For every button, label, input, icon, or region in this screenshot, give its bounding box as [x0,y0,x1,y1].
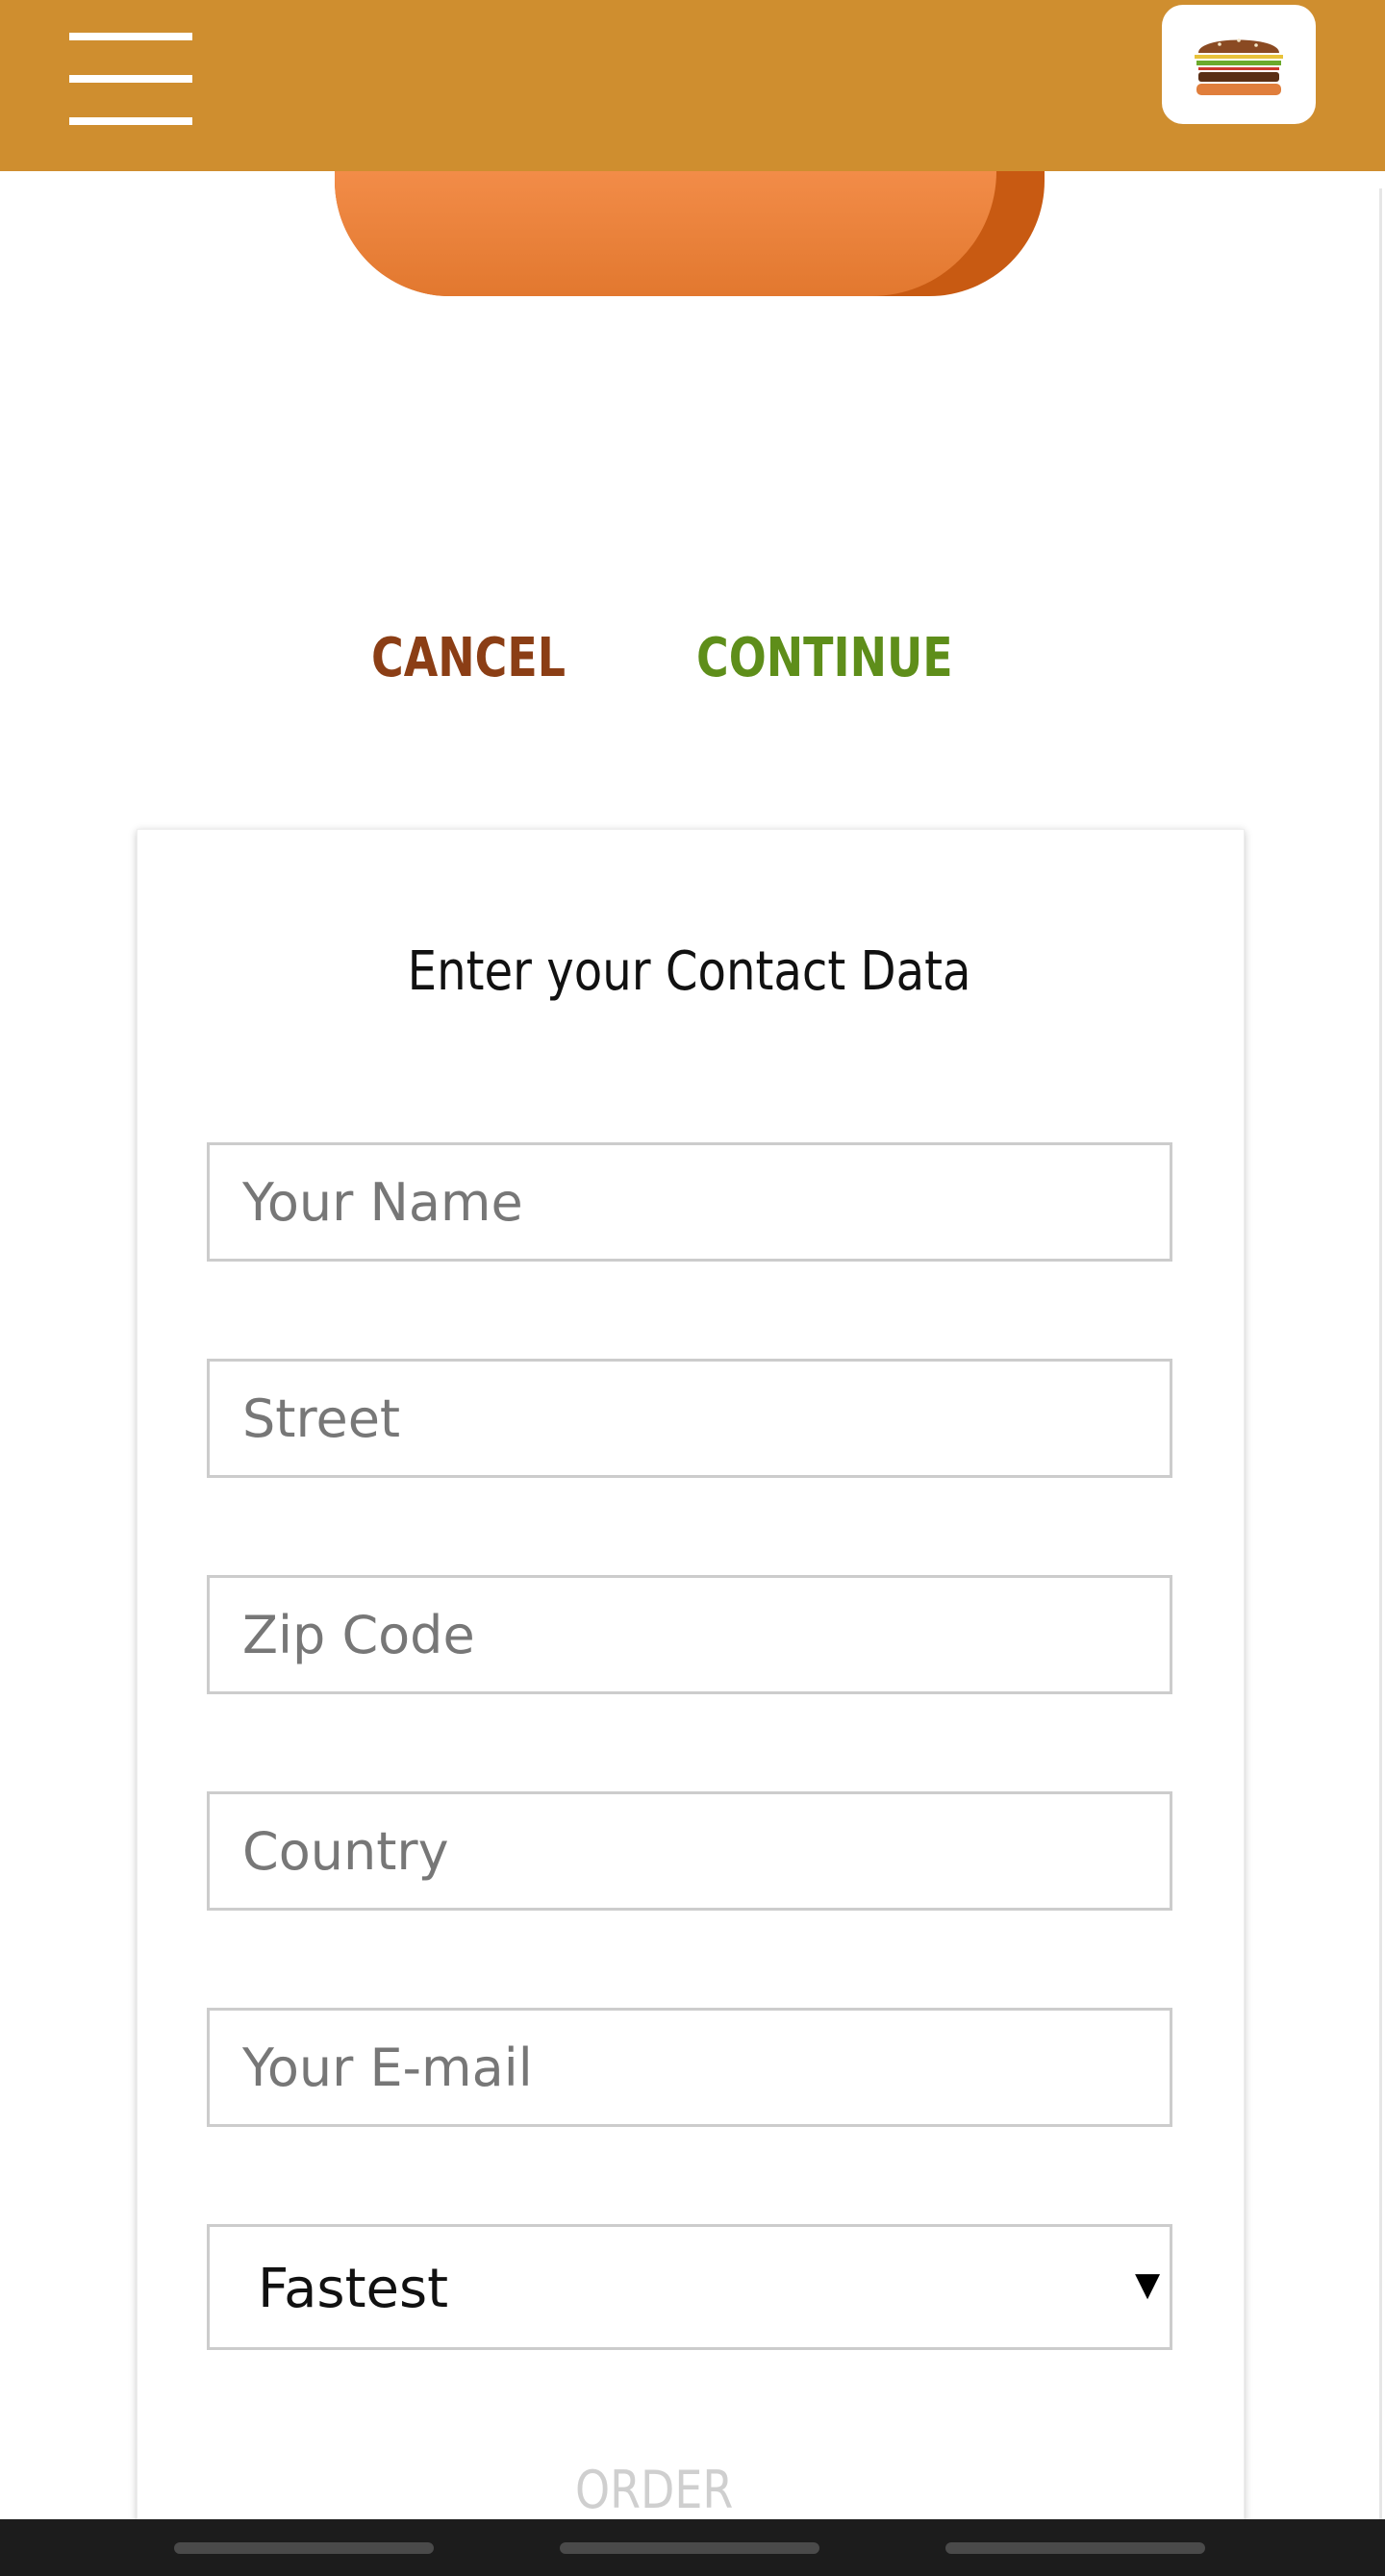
cancel-button[interactable]: CANCEL [371,627,566,689]
logo-button[interactable] [1162,5,1316,124]
zip-code-input[interactable] [207,1575,1172,1694]
name-input[interactable] [207,1142,1172,1262]
dropdown-arrow-icon: ▼ [1135,2265,1161,2304]
system-tab-pill[interactable] [174,2542,434,2554]
contact-form-title-text: Enter your Contact Data [408,940,971,1003]
page: CANCEL CONTINUE Enter your Contact Data … [0,0,1385,2576]
order-button[interactable]: ORDER [575,2460,733,2520]
continue-button[interactable]: CONTINUE [696,627,953,689]
scrollbar-track[interactable] [1379,188,1382,2525]
system-tab-pill[interactable] [945,2542,1205,2554]
delivery-method-value: Fastest [258,2258,449,2320]
menu-line [69,33,192,40]
system-tab-pill[interactable] [560,2542,819,2554]
menu-line [69,75,192,83]
burger-logo-icon [1195,38,1283,95]
delivery-method-select[interactable]: Fastest ▼ [207,2224,1172,2350]
system-navigation-bar [0,2519,1385,2576]
hamburger-menu-icon[interactable] [69,33,192,125]
country-input[interactable] [207,1791,1172,1911]
top-bar [0,0,1385,171]
menu-line [69,117,192,125]
street-input[interactable] [207,1359,1172,1478]
burger-bun-highlight [335,171,996,296]
email-input[interactable] [207,2008,1172,2127]
contact-form-title: Enter your Contact Data [0,940,1379,1003]
burger-bun-image [335,171,1045,296]
